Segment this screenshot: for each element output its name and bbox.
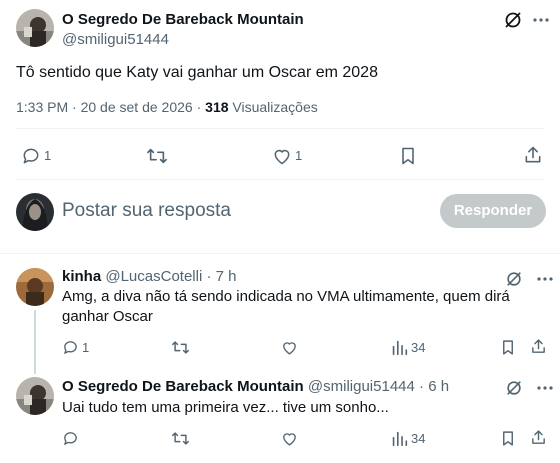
share-icon[interactable] <box>530 429 547 446</box>
reply-text: Amg, a diva não tá sendo indicada no VMA… <box>62 288 510 325</box>
tweet-date[interactable]: 20 de set de 2026 <box>81 99 193 115</box>
like-icon[interactable] <box>281 339 298 356</box>
grok-icon[interactable] <box>505 270 523 288</box>
author-name[interactable]: O Segredo De Bareback Mountain <box>62 11 304 28</box>
grok-icon[interactable] <box>505 379 523 397</box>
views-count: 34 <box>411 340 426 355</box>
divider <box>16 179 544 180</box>
author-avatar[interactable] <box>16 9 54 47</box>
reply-time[interactable]: 6 h <box>428 378 449 395</box>
reply-input[interactable]: Postar sua resposta <box>62 200 231 222</box>
reply-icon[interactable] <box>62 339 79 356</box>
tweet-meta: 1:33 PM · 20 de set de 2026 · 318 Visual… <box>16 99 318 115</box>
meta-separator: · <box>72 99 81 115</box>
share-icon[interactable] <box>523 145 543 165</box>
retweet-icon[interactable] <box>171 339 190 356</box>
reply-author-name[interactable]: O Segredo De Bareback Mountain <box>62 378 304 395</box>
reply-count: 1 <box>44 148 52 163</box>
bookmark-icon[interactable] <box>500 430 516 447</box>
reply-count: 1 <box>82 340 90 355</box>
retweet-icon[interactable] <box>171 430 190 447</box>
reply-avatar[interactable] <box>16 377 54 415</box>
more-icon[interactable] <box>533 18 549 22</box>
views-count: 318 <box>205 99 229 115</box>
retweet-icon[interactable] <box>146 146 168 166</box>
grok-icon[interactable] <box>503 10 523 30</box>
meta-separator: · <box>419 378 425 395</box>
reply-icon[interactable] <box>21 146 41 166</box>
divider <box>16 128 544 129</box>
tweet-text: Tô sentido que Katy vai ganhar um Oscar … <box>16 64 378 81</box>
reply-author-handle[interactable]: @smiligui51444 <box>308 378 415 395</box>
tweet-time[interactable]: 1:33 PM <box>16 99 68 115</box>
like-icon[interactable] <box>281 430 298 447</box>
reply-author-handle[interactable]: @LucasCotelli <box>105 268 202 285</box>
share-icon[interactable] <box>530 338 547 355</box>
reply-avatar[interactable] <box>16 268 54 306</box>
meta-separator: · <box>206 268 212 285</box>
bookmark-icon[interactable] <box>399 146 417 166</box>
views-icon[interactable] <box>391 339 408 356</box>
views-count: 34 <box>411 431 426 446</box>
like-icon[interactable] <box>272 146 292 166</box>
more-icon[interactable] <box>537 277 553 281</box>
views-icon[interactable] <box>391 430 408 447</box>
user-avatar[interactable] <box>16 193 54 231</box>
reply-header: O Segredo De Bareback Mountain @smiligui… <box>62 378 449 395</box>
bookmark-icon[interactable] <box>500 339 516 356</box>
like-count: 1 <box>295 148 303 163</box>
more-icon[interactable] <box>537 386 553 390</box>
author-handle[interactable]: @smiligui51444 <box>62 31 169 48</box>
reply-button[interactable]: Responder <box>440 194 546 228</box>
reply-time[interactable]: 7 h <box>216 268 237 285</box>
reply-text: Uai tudo tem uma primeira vez... tive um… <box>62 399 389 416</box>
views-label: Visualizações <box>232 99 318 115</box>
reply-header: kinha @LucasCotelli · 7 h <box>62 268 237 285</box>
thread-line <box>34 310 36 374</box>
reply-author-name[interactable]: kinha <box>62 268 101 285</box>
divider <box>0 253 560 254</box>
reply-icon[interactable] <box>62 430 79 447</box>
meta-separator: · <box>196 99 206 115</box>
